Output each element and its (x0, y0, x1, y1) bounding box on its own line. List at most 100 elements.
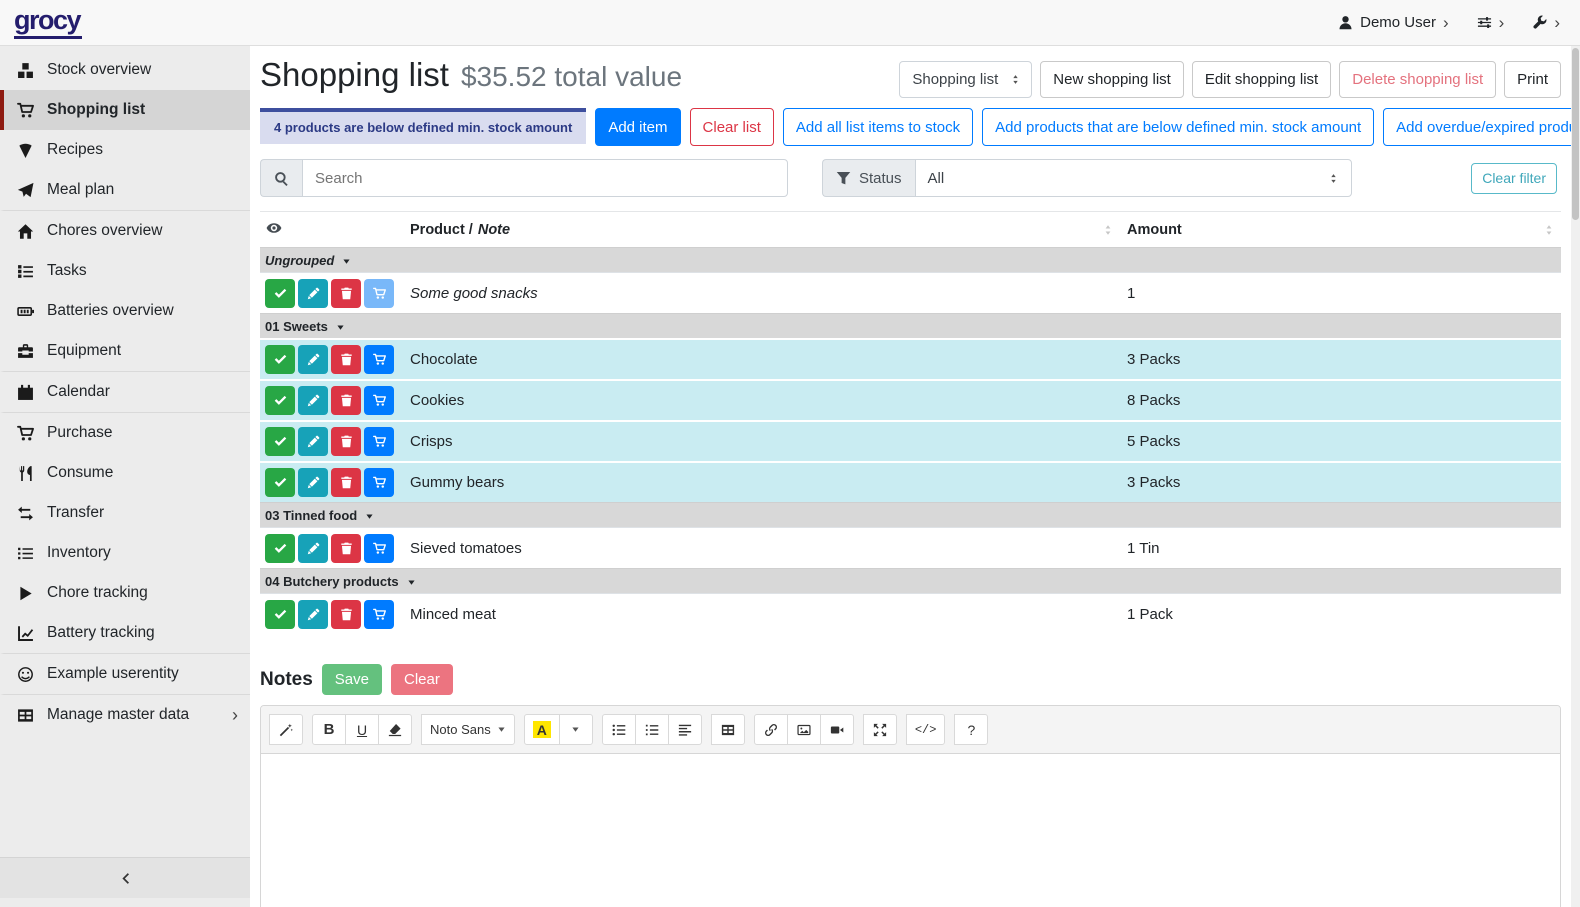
sidebar-item-meal-plan[interactable]: Meal plan (0, 170, 250, 210)
row-edit-button[interactable] (298, 600, 328, 629)
sidebar-item-inventory[interactable]: Inventory (0, 533, 250, 573)
user-menu[interactable]: Demo User › (1338, 14, 1449, 31)
row-done-button[interactable] (265, 534, 295, 563)
insert-link-button[interactable] (754, 714, 788, 745)
row-edit-button[interactable] (298, 386, 328, 415)
sidebar-item-manage-master-data[interactable]: Manage master data› (0, 694, 250, 735)
search-input[interactable] (302, 159, 788, 197)
row-add-to-stock-button[interactable] (364, 468, 394, 497)
insert-picture-button[interactable] (787, 714, 821, 745)
add-overdue-button[interactable]: Add overdue/expired products (1383, 108, 1571, 146)
sidebar-item-recipes[interactable]: Recipes (0, 130, 250, 170)
edit-shopping-list-button[interactable]: Edit shopping list (1192, 61, 1331, 98)
clear-filter-button[interactable]: Clear filter (1471, 163, 1557, 194)
group-header[interactable]: 03 Tinned food (260, 502, 1561, 527)
scrollbar-thumb[interactable] (1572, 48, 1579, 220)
row-done-button[interactable] (265, 279, 295, 308)
unordered-list-button[interactable] (602, 714, 636, 745)
row-delete-button[interactable] (331, 386, 361, 415)
row-done-button[interactable] (265, 427, 295, 456)
sidebar-item-shopping-list[interactable]: Shopping list (0, 90, 250, 130)
row-done-button[interactable] (265, 600, 295, 629)
highlight-color-button[interactable]: A (524, 714, 560, 745)
font-family-dropdown[interactable]: Noto Sans (421, 714, 515, 745)
settings-menu[interactable]: › (1477, 14, 1505, 31)
admin-tools-menu[interactable]: › (1532, 14, 1560, 31)
sidebar-item-transfer[interactable]: Transfer (0, 493, 250, 533)
row-add-to-stock-button[interactable] (364, 279, 394, 308)
status-select[interactable]: All (915, 159, 1352, 197)
row-edit-button[interactable] (298, 427, 328, 456)
row-add-to-stock-button[interactable] (364, 386, 394, 415)
add-item-button[interactable]: Add item (595, 108, 680, 146)
sidebar-item-label: Inventory (47, 541, 111, 565)
row-add-to-stock-button[interactable] (364, 427, 394, 456)
sort-icon[interactable] (1543, 224, 1555, 236)
status-filter-label: Status (822, 159, 915, 197)
fullscreen-button[interactable] (863, 714, 897, 745)
editor-help-button[interactable]: ? (954, 714, 988, 745)
magic-style-button[interactable] (269, 714, 303, 745)
row-add-to-stock-button[interactable] (364, 600, 394, 629)
sidebar-item-purchase[interactable]: Purchase (0, 412, 250, 453)
ordered-list-button[interactable] (635, 714, 669, 745)
insert-video-button[interactable] (820, 714, 854, 745)
code-view-button[interactable]: </> (906, 714, 946, 745)
highlight-color-dropdown[interactable] (559, 714, 593, 745)
sidebar-item-consume[interactable]: Consume (0, 453, 250, 493)
row-edit-button[interactable] (298, 279, 328, 308)
notes-save-button[interactable]: Save (322, 664, 382, 695)
app-logo[interactable]: grocy (14, 7, 82, 39)
row-done-button[interactable] (265, 468, 295, 497)
shopping-list-select[interactable]: Shopping list (899, 61, 1032, 98)
pizza-slice-icon (14, 142, 36, 159)
delete-shopping-list-button[interactable]: Delete shopping list (1339, 61, 1496, 98)
edit-icon (307, 394, 320, 407)
row-add-to-stock-button[interactable] (364, 534, 394, 563)
sidebar-item-tasks[interactable]: Tasks (0, 251, 250, 291)
sidebar-item-battery-tracking[interactable]: Battery tracking (0, 613, 250, 653)
sidebar-collapse-button[interactable] (0, 857, 250, 898)
sidebar-item-equipment[interactable]: Equipment (0, 331, 250, 371)
column-header-product[interactable]: Product /Note (410, 222, 1124, 238)
row-delete-button[interactable] (331, 534, 361, 563)
insert-table-button[interactable] (711, 714, 745, 745)
sidebar-item-stock-overview[interactable]: Stock overview (0, 50, 250, 90)
print-button[interactable]: Print (1504, 61, 1561, 98)
sort-icon[interactable] (1102, 224, 1114, 236)
table-icon (721, 723, 735, 737)
paragraph-align-button[interactable] (668, 714, 702, 745)
group-header[interactable]: Ungrouped (260, 247, 1561, 272)
column-header-amount[interactable]: Amount (1124, 222, 1561, 238)
row-edit-button[interactable] (298, 468, 328, 497)
notes-clear-button[interactable]: Clear (391, 664, 453, 695)
row-done-button[interactable] (265, 345, 295, 374)
row-delete-button[interactable] (331, 345, 361, 374)
add-all-to-stock-button[interactable]: Add all list items to stock (783, 108, 973, 146)
chevron-right-icon: › (1499, 14, 1505, 31)
group-header[interactable]: 04 Butchery products (260, 568, 1561, 593)
row-delete-button[interactable] (331, 600, 361, 629)
sidebar-item-batteries-overview[interactable]: Batteries overview (0, 291, 250, 331)
sidebar-item-chore-tracking[interactable]: Chore tracking (0, 573, 250, 613)
new-shopping-list-button[interactable]: New shopping list (1040, 61, 1184, 98)
row-delete-button[interactable] (331, 427, 361, 456)
cart-icon (373, 394, 386, 407)
sidebar-item-example-userentity[interactable]: Example userentity (0, 653, 250, 694)
row-add-to-stock-button[interactable] (364, 345, 394, 374)
row-edit-button[interactable] (298, 534, 328, 563)
group-header[interactable]: 01 Sweets (260, 313, 1561, 338)
sidebar-item-chores-overview[interactable]: Chores overview (0, 210, 250, 251)
underline-button[interactable]: U (345, 714, 379, 745)
row-delete-button[interactable] (331, 279, 361, 308)
clear-list-button[interactable]: Clear list (690, 108, 774, 146)
clear-formatting-button[interactable] (378, 714, 412, 745)
caret-down-icon (365, 512, 374, 521)
bold-button[interactable]: B (312, 714, 346, 745)
row-done-button[interactable] (265, 386, 295, 415)
row-delete-button[interactable] (331, 468, 361, 497)
add-below-min-button[interactable]: Add products that are below defined min.… (982, 108, 1374, 146)
notes-editor-body[interactable] (261, 754, 1560, 907)
row-edit-button[interactable] (298, 345, 328, 374)
sidebar-item-calendar[interactable]: Calendar (0, 371, 250, 412)
